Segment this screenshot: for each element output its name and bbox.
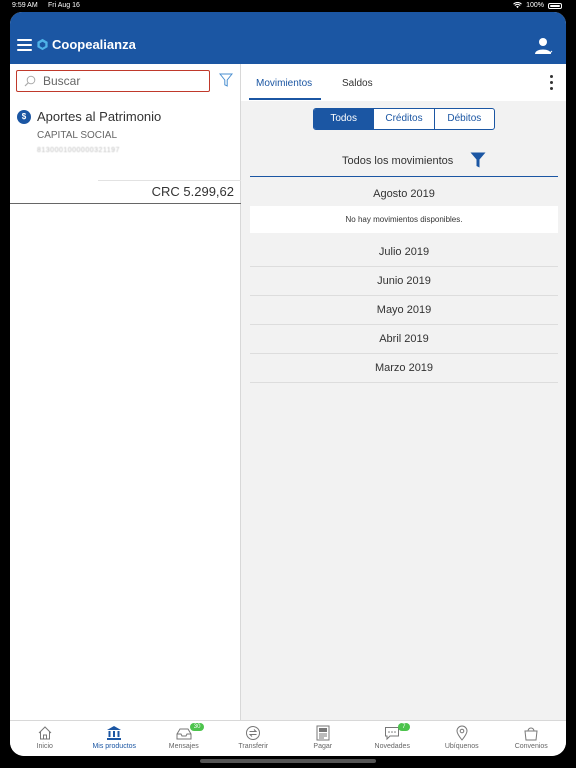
month-header-abril[interactable]: Abril 2019 bbox=[250, 326, 558, 354]
filter-label: Todos los movimientos bbox=[342, 155, 454, 167]
nav-convenios[interactable]: Convenios bbox=[497, 721, 567, 756]
month-header-junio[interactable]: Junio 2019 bbox=[250, 268, 558, 296]
home-indicator bbox=[200, 759, 376, 763]
dollar-icon: $ bbox=[17, 110, 31, 124]
user-profile-icon[interactable] bbox=[534, 36, 554, 56]
nav-label: Pagar bbox=[313, 743, 333, 750]
transfer-icon bbox=[246, 726, 261, 740]
tab-saldos[interactable]: Saldos bbox=[342, 78, 373, 89]
month-header-mayo[interactable]: Mayo 2019 bbox=[250, 297, 558, 325]
filter-icon[interactable] bbox=[219, 73, 233, 88]
more-options-icon[interactable] bbox=[550, 75, 554, 91]
status-bar: 9:59 AM Fri Aug 16 100% bbox=[0, 0, 576, 12]
segment-todos[interactable]: Todos bbox=[314, 109, 374, 129]
account-item[interactable]: $ Aportes al Patrimonio CAPITAL SOCIAL 8… bbox=[10, 102, 241, 204]
products-pane: $ Aportes al Patrimonio CAPITAL SOCIAL 8… bbox=[10, 64, 241, 720]
filter-underline bbox=[250, 176, 558, 177]
filter-funnel-icon[interactable] bbox=[470, 152, 486, 169]
month-header-agosto[interactable]: Agosto 2019 bbox=[250, 181, 558, 209]
logo-icon bbox=[37, 38, 48, 51]
month-header-julio[interactable]: Julio 2019 bbox=[250, 239, 558, 267]
search-row bbox=[16, 70, 236, 94]
tab-movimientos[interactable]: Movimientos bbox=[256, 78, 312, 89]
bank-icon bbox=[107, 726, 122, 740]
battery-percent: 100% bbox=[526, 2, 544, 9]
month-header-marzo[interactable]: Marzo 2019 bbox=[250, 355, 558, 383]
app-name: Coopealianza bbox=[52, 37, 136, 52]
nav-inicio[interactable]: Inicio bbox=[10, 721, 80, 756]
tab-active-indicator bbox=[249, 98, 321, 100]
segment-debitos[interactable]: Débitos bbox=[433, 109, 494, 129]
account-subtitle: CAPITAL SOCIAL bbox=[37, 130, 118, 141]
location-pin-icon bbox=[456, 725, 468, 741]
nav-mensajes[interactable]: 30 Mensajes bbox=[149, 721, 219, 756]
nav-label: Transferir bbox=[238, 743, 269, 750]
wifi-icon bbox=[513, 2, 522, 9]
nav-pagar[interactable]: Pagar bbox=[288, 721, 358, 756]
nav-mis-productos[interactable]: Mis productos bbox=[80, 721, 150, 756]
mensajes-badge: 30 bbox=[189, 723, 205, 731]
empty-message: No hay movimientos disponibles. bbox=[250, 206, 558, 233]
nav-label: Inicio bbox=[36, 743, 53, 750]
top-bar: Coopealianza bbox=[10, 12, 566, 64]
app-logo: Coopealianza bbox=[36, 37, 136, 52]
nav-label: Mensajes bbox=[168, 743, 199, 750]
status-right: 100% bbox=[513, 2, 562, 9]
nav-label: Novedades bbox=[374, 743, 410, 750]
home-icon bbox=[38, 726, 52, 740]
search-input[interactable] bbox=[43, 73, 203, 89]
nav-label: Ubíquenos bbox=[444, 743, 479, 750]
status-time: 9:59 AM bbox=[12, 2, 38, 9]
battery-icon bbox=[548, 2, 562, 9]
app-window: Coopealianza $ Aportes al Patrimonio bbox=[10, 12, 566, 756]
search-box[interactable] bbox=[16, 70, 210, 92]
nav-novedades[interactable]: 7 Novedades bbox=[358, 721, 428, 756]
status-date: Fri Aug 16 bbox=[48, 2, 80, 9]
shopping-bag-icon bbox=[524, 727, 538, 741]
account-divider bbox=[98, 180, 241, 181]
detail-pane: Movimientos Saldos Todos Créditos Débito… bbox=[241, 64, 566, 720]
movement-type-segmented-control: Todos Créditos Débitos bbox=[313, 108, 495, 130]
nav-label: Mis productos bbox=[92, 743, 137, 750]
account-number: 8130001000000321197 bbox=[37, 147, 120, 154]
tabs-bar: Movimientos Saldos bbox=[241, 64, 566, 101]
search-icon bbox=[24, 75, 36, 87]
nav-transferir[interactable]: Transferir bbox=[219, 721, 289, 756]
bottom-nav: Inicio Mis productos 30 Mensajes Transfe… bbox=[10, 720, 566, 756]
account-balance: CRC 5.299,62 bbox=[151, 184, 234, 199]
nav-ubiquenos[interactable]: Ubíquenos bbox=[427, 721, 497, 756]
account-title: Aportes al Patrimonio bbox=[37, 109, 162, 124]
nav-label: Convenios bbox=[514, 743, 548, 750]
payment-icon bbox=[316, 725, 330, 741]
menu-icon[interactable] bbox=[17, 39, 32, 51]
segment-creditos[interactable]: Créditos bbox=[373, 109, 433, 129]
novedades-badge: 7 bbox=[398, 723, 410, 731]
